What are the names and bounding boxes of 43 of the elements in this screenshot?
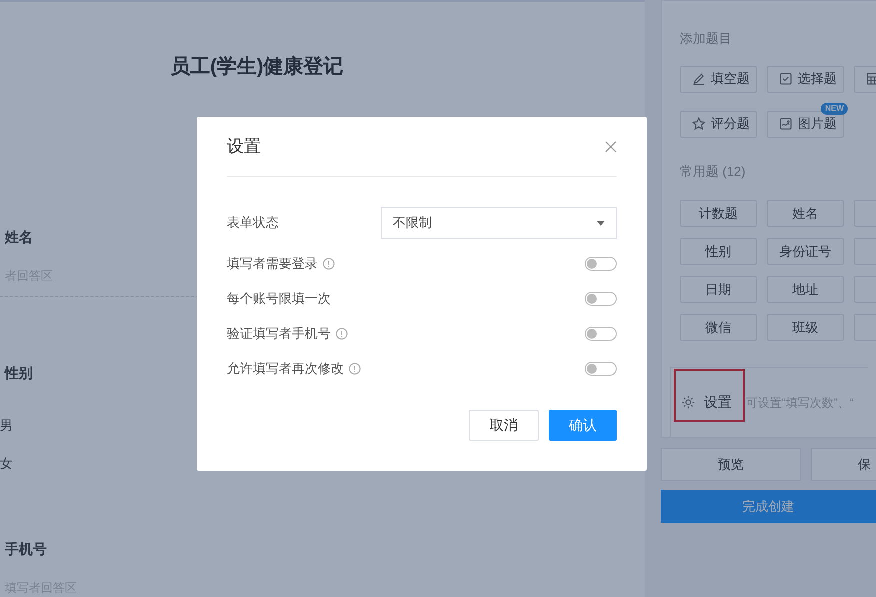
- toggle-label: 允许填写者再次修改: [227, 360, 344, 378]
- common-question-button[interactable]: 姓名: [767, 200, 844, 227]
- confirm-button[interactable]: 确认: [549, 410, 617, 441]
- field-label: 表单状态: [227, 214, 279, 232]
- close-icon[interactable]: [605, 140, 617, 152]
- common-question-button[interactable]: 日期: [680, 276, 757, 303]
- status-select[interactable]: 不限制: [381, 207, 617, 239]
- toggle-switch[interactable]: [585, 326, 617, 340]
- settings-icon: [681, 395, 696, 410]
- section-heading: 添加题目: [680, 30, 733, 48]
- checkbox-icon: [779, 72, 793, 86]
- star-icon: [692, 117, 706, 131]
- toggle-label: 验证填写者手机号: [227, 324, 331, 343]
- toggle-switch[interactable]: [585, 292, 617, 306]
- common-question-button[interactable]: 地址: [767, 276, 844, 303]
- question-label: 姓名: [5, 228, 33, 247]
- new-badge: NEW: [821, 102, 848, 114]
- radio-option[interactable]: 女: [0, 454, 13, 473]
- common-question-button[interactable]: 性别: [680, 238, 757, 265]
- caret-icon: [597, 220, 605, 226]
- question-type-button[interactable]: 评分题: [680, 110, 757, 138]
- question-type-button[interactable]: 图片题: [767, 110, 844, 138]
- image-icon: [779, 117, 793, 131]
- common-question-button[interactable]: 计数题: [680, 200, 757, 227]
- question-label: 性别: [5, 364, 33, 383]
- question-type-button[interactable]: 填空题: [680, 66, 757, 92]
- cancel-button[interactable]: 取消: [469, 410, 539, 441]
- question-label: 手机号: [5, 540, 47, 559]
- section-heading: 常用题 (12): [680, 162, 747, 181]
- form-title: 员工(学生)健康登记: [170, 54, 344, 80]
- action-button[interactable]: 预览: [661, 448, 801, 481]
- common-question-button[interactable]: 班级: [767, 314, 844, 341]
- toggle-switch[interactable]: [585, 362, 617, 376]
- question-type-button[interactable]: 选择题: [767, 66, 844, 92]
- common-question-button[interactable]: 身份证号: [767, 238, 844, 265]
- pencil-icon: [692, 72, 706, 86]
- toggle-switch[interactable]: [585, 256, 617, 270]
- table-icon: [866, 72, 876, 86]
- radio-option[interactable]: 男: [0, 416, 13, 436]
- action-button[interactable]: 保: [811, 448, 876, 481]
- settings-link[interactable]: 设置: [704, 392, 732, 413]
- dialog-title: 设置: [227, 136, 261, 158]
- common-question-button[interactable]: 微信: [680, 314, 757, 341]
